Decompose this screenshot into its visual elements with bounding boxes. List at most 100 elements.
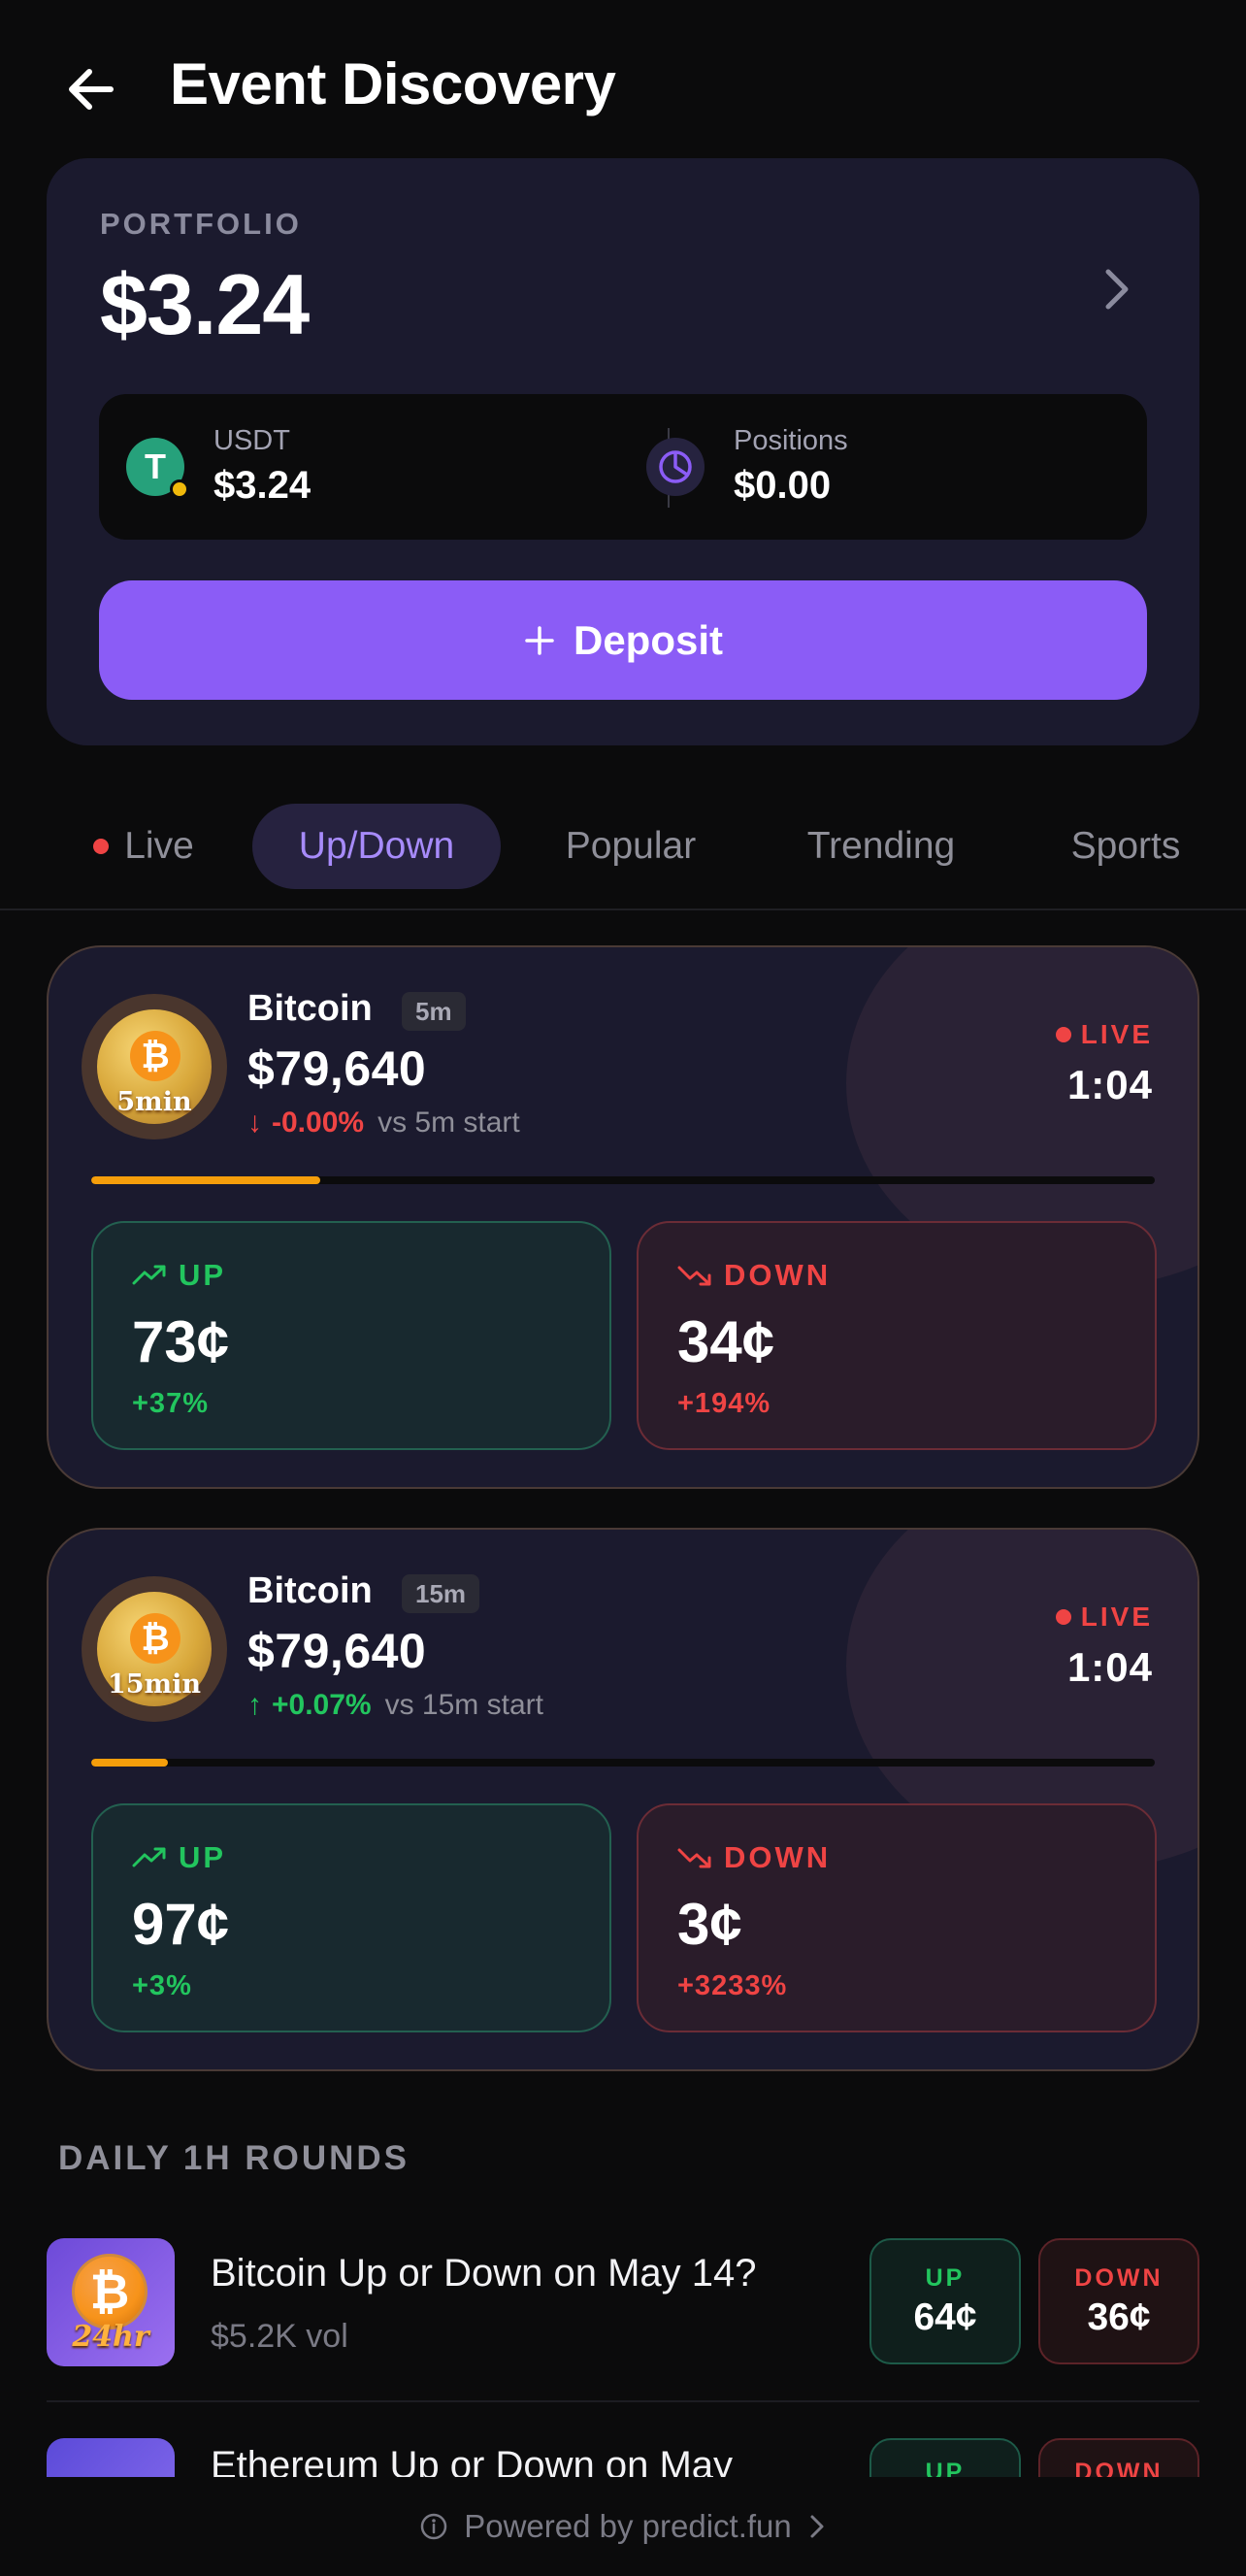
live-indicator: LIVE: [1055, 1019, 1153, 1050]
buy-down-button[interactable]: DOWN 34¢ +194%: [637, 1221, 1157, 1450]
down-price: 36¢: [1087, 2295, 1151, 2338]
tab-label: Sports: [1070, 825, 1181, 867]
live-indicator: LIVE: [1055, 1602, 1153, 1633]
down-header: DOWN: [677, 1840, 831, 1875]
buy-up-button[interactable]: UP 97¢ +3%: [91, 1803, 611, 2032]
btc-symbol: ₿: [130, 1613, 180, 1664]
coin-timeframe-tag: 5min: [116, 1087, 192, 1117]
change-percent: +0.07%: [272, 1689, 372, 1721]
list-divider: [47, 2400, 1199, 2402]
down-payout: +194%: [677, 1388, 771, 1419]
footer[interactable]: Powered by predict.fun: [0, 2477, 1246, 2576]
positions-label: Positions: [734, 425, 848, 456]
back-button[interactable]: [58, 56, 124, 122]
up-payout: +3%: [132, 1970, 192, 2001]
chevron-right-icon[interactable]: [1093, 255, 1141, 323]
up-label: UP: [925, 2263, 966, 2292]
round-progress-bar: [91, 1176, 1155, 1184]
up-label: UP: [179, 1840, 227, 1874]
tab-trending[interactable]: Trending: [784, 804, 978, 889]
price-change: ↑ +0.07% vs 15m start: [247, 1689, 543, 1722]
live-dot-icon: [1055, 1609, 1071, 1625]
chevron-right-icon: [810, 2515, 824, 2538]
market-name: Bitcoin: [247, 988, 373, 1029]
header: Event Discovery: [0, 0, 1246, 165]
timeframe-badge: 5m: [402, 992, 466, 1031]
up-price: 64¢: [913, 2295, 977, 2338]
countdown-timer: 1:04: [1066, 1644, 1153, 1690]
portfolio-label: PORTFOLIO: [100, 207, 302, 241]
section-title: DAILY 1H ROUNDS: [58, 2139, 410, 2177]
up-header: UP: [132, 1840, 226, 1875]
up-payout: +37%: [132, 1388, 209, 1419]
tab-sports[interactable]: Sports: [1048, 804, 1203, 889]
tab-live[interactable]: Live: [76, 804, 212, 889]
progress-fill: [91, 1176, 320, 1184]
btc-symbol: ₿: [130, 1031, 180, 1081]
live-label: LIVE: [1080, 1019, 1153, 1049]
buy-down-button[interactable]: DOWN 36¢: [1038, 2238, 1199, 2364]
arrow-left-icon: [69, 69, 114, 110]
tab-up-down[interactable]: Up/Down: [252, 804, 501, 889]
coin-timeframe-tag: 15min: [107, 1669, 202, 1700]
market-name: Bitcoin: [247, 1570, 373, 1611]
pie-chart-icon: [646, 438, 705, 496]
tabs-divider: [0, 908, 1246, 910]
live-dot-icon: [93, 839, 110, 854]
buy-up-button[interactable]: UP 73¢ +37%: [91, 1221, 611, 1450]
countdown-timer: 1:04: [1066, 1062, 1153, 1107]
market-card[interactable]: ₿ 15min Bitcoin 15m $79,640 ↑ +0.07% vs …: [47, 1528, 1199, 2071]
up-label: UP: [179, 1258, 227, 1292]
bitcoin-coin-icon: ₿ 5min: [82, 994, 227, 1139]
down-label: DOWN: [724, 1840, 832, 1874]
change-percent: -0.00%: [272, 1106, 365, 1139]
balances-panel: T USDT $3.24 Positions $0.00: [99, 394, 1147, 540]
page-title: Event Discovery: [170, 51, 616, 116]
portfolio-card[interactable]: PORTFOLIO $3.24 T USDT $3.24 Positions $…: [47, 158, 1199, 745]
arrow-up-icon: ↑: [247, 1689, 262, 1721]
round-volume: $5.2K vol: [211, 2318, 348, 2355]
down-price: 34¢: [677, 1309, 775, 1374]
usdt-value: $3.24: [213, 464, 312, 507]
timeframe-badge: 15m: [402, 1574, 480, 1613]
trending-up-icon: [132, 1847, 166, 1867]
market-price: $79,640: [247, 1041, 427, 1096]
tab-label: Popular: [565, 825, 697, 867]
plus-icon: [525, 625, 554, 655]
trending-down-icon: [677, 1848, 711, 1868]
usdt-label: USDT: [213, 425, 290, 456]
down-label: DOWN: [724, 1258, 832, 1292]
down-price: 3¢: [677, 1892, 742, 1957]
tab-label: Live: [124, 825, 194, 867]
category-tabs: Live Up/Down Popular Trending Sports: [0, 804, 1246, 910]
tab-label: Up/Down: [298, 825, 455, 867]
price-change: ↓ -0.00% vs 5m start: [247, 1106, 520, 1139]
market-price: $79,640: [247, 1624, 427, 1678]
deposit-button[interactable]: Deposit: [99, 580, 1147, 700]
list-item[interactable]: ₿ 24hr Bitcoin Up or Down on May 14? $5.…: [47, 2238, 1199, 2384]
down-header: DOWN: [677, 1258, 831, 1293]
trending-down-icon: [677, 1266, 711, 1286]
round-progress-bar: [91, 1759, 1155, 1767]
change-reference: vs 15m start: [384, 1689, 543, 1721]
chain-badge-icon: [170, 479, 189, 499]
portfolio-value: $3.24: [100, 256, 310, 352]
up-header: UP: [132, 1258, 226, 1293]
deposit-label: Deposit: [573, 616, 723, 663]
tab-label: Trending: [806, 825, 956, 867]
bitcoin-24hr-thumbnail: ₿ 24hr: [47, 2238, 175, 2366]
market-card[interactable]: ₿ 5min Bitcoin 5m $79,640 ↓ -0.00% vs 5m…: [47, 945, 1199, 1489]
down-label: DOWN: [1074, 2263, 1164, 2292]
positions-value: $0.00: [734, 464, 832, 507]
buy-down-button[interactable]: DOWN 3¢ +3233%: [637, 1803, 1157, 2032]
live-dot-icon: [1055, 1027, 1071, 1042]
thumb-tag: 24hr: [72, 2320, 149, 2354]
info-icon: [420, 2513, 447, 2540]
down-payout: +3233%: [677, 1970, 788, 2001]
tab-popular[interactable]: Popular: [543, 804, 718, 889]
btc-symbol: ₿: [72, 2254, 148, 2329]
buy-up-button[interactable]: UP 64¢: [869, 2238, 1021, 2364]
footer-text: Powered by predict.fun: [464, 2508, 792, 2544]
bitcoin-coin-icon: ₿ 15min: [82, 1576, 227, 1722]
round-title: Bitcoin Up or Down on May 14?: [211, 2252, 757, 2295]
